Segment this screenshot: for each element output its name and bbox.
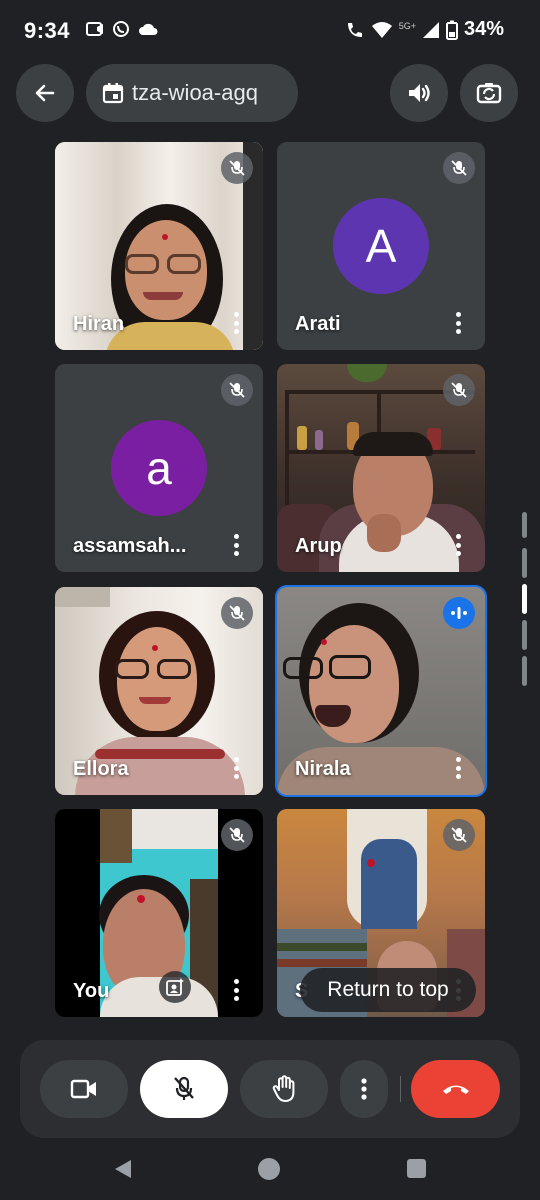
screen-cast-icon (86, 22, 103, 36)
participant-avatar: a (111, 420, 207, 516)
participant-avatar: A (333, 198, 429, 294)
whatsapp-icon (113, 21, 129, 37)
end-call-button[interactable] (411, 1060, 500, 1118)
participant-tile-ellora[interactable]: Ellora (55, 587, 263, 795)
participant-name: Nirala (295, 758, 351, 780)
participant-name: Ellora (73, 758, 129, 780)
participant-options-button[interactable] (229, 979, 243, 1001)
participant-options-button[interactable] (451, 757, 465, 779)
effects-icon (166, 978, 184, 996)
meeting-code: tza-wioa-agq (132, 80, 258, 105)
participant-name: Hiran (73, 313, 125, 335)
nav-home-icon[interactable] (258, 1158, 280, 1180)
participant-options-button[interactable] (451, 312, 465, 334)
speaking-indicator (443, 597, 475, 629)
muted-indicator (221, 819, 253, 851)
status-bar: 9:34 5G+ 34% (0, 0, 540, 62)
mic-off-icon (229, 382, 245, 398)
muted-indicator (443, 152, 475, 184)
audio-output-button[interactable] (390, 64, 448, 122)
camera-icon (70, 1079, 96, 1099)
raise-hand-button[interactable] (240, 1060, 328, 1118)
calendar-icon (102, 83, 124, 104)
avatar-initial: a (146, 442, 172, 494)
muted-indicator (443, 374, 475, 406)
switch-camera-button[interactable] (460, 64, 518, 122)
camera-toggle-button[interactable] (40, 1060, 128, 1118)
back-button[interactable] (16, 64, 74, 122)
more-options-button[interactable] (340, 1060, 388, 1118)
more-vert-icon (361, 1078, 367, 1100)
microphone-toggle-button[interactable] (140, 1060, 228, 1118)
muted-indicator (221, 374, 253, 406)
mic-off-icon (229, 827, 245, 843)
participant-tile-arup[interactable]: Arup (277, 364, 485, 572)
wifi-calling-icon (347, 22, 362, 37)
signal-icon (422, 21, 439, 38)
battery-icon (445, 20, 458, 40)
call-controls (20, 1040, 520, 1138)
muted-indicator (221, 597, 253, 629)
audio-level-icon (451, 607, 467, 619)
participant-options-button[interactable] (451, 534, 465, 556)
return-to-top-button[interactable]: Return to top (300, 968, 476, 1012)
participant-name: assamsah... (73, 535, 187, 557)
mic-off-icon (229, 160, 245, 176)
muted-indicator (443, 819, 475, 851)
speaker-icon (409, 84, 430, 102)
raise-hand-icon (272, 1075, 295, 1102)
muted-indicator (221, 152, 253, 184)
mic-off-icon (229, 605, 245, 621)
participant-options-button[interactable] (229, 534, 243, 556)
mic-off-icon (451, 827, 467, 843)
participant-options-button[interactable] (229, 757, 243, 779)
participant-tile-nirala[interactable]: Nirala (275, 585, 487, 797)
end-call-icon (442, 1085, 469, 1094)
wifi-icon (371, 21, 392, 38)
participant-name: Arup (295, 535, 342, 557)
mic-off-icon (451, 160, 467, 176)
meeting-info-button[interactable]: tza-wioa-agq (86, 64, 298, 122)
mic-off-icon (174, 1076, 194, 1100)
switch-camera-icon (476, 83, 502, 104)
divider (400, 1076, 401, 1102)
nav-recents-icon[interactable] (407, 1159, 426, 1178)
mic-off-icon (451, 382, 467, 398)
participant-tile-hiran[interactable]: Hiran (55, 142, 263, 350)
nav-back-icon[interactable] (112, 1158, 134, 1180)
status-time: 9:34 (24, 18, 71, 43)
participant-options-button[interactable] (229, 312, 243, 334)
network-type: 5G+ (398, 20, 416, 31)
system-navigation-bar (0, 1140, 540, 1200)
participant-tile-you[interactable]: You (55, 809, 263, 1017)
participant-name: Arati (295, 313, 341, 335)
effects-button[interactable] (159, 971, 191, 1003)
avatar-initial: A (365, 220, 397, 272)
participant-tile-arati[interactable]: A Arati (277, 142, 485, 350)
cloud-icon (139, 23, 158, 35)
participant-tile-assamsah[interactable]: a assamsah... (55, 364, 263, 572)
participant-name: You (73, 980, 110, 1002)
battery-percentage: 34% (463, 18, 504, 40)
back-arrow-icon (35, 84, 55, 102)
